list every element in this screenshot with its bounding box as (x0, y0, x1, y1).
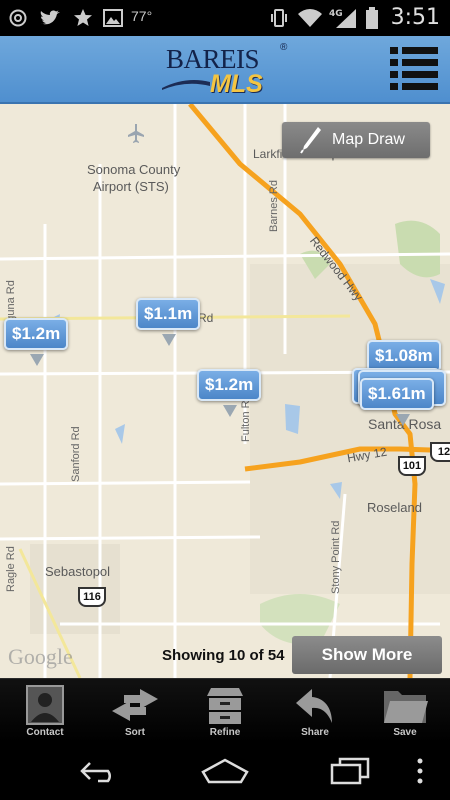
price-pin-label: $1.2m (4, 318, 69, 350)
star-icon (72, 7, 94, 29)
map-label-rd-fragment: Rd (198, 311, 214, 325)
sort-label: Sort (125, 727, 145, 738)
map-label-sanford-rd: Sanford Rd (70, 426, 82, 482)
price-pin[interactable]: $1.2m (4, 318, 69, 366)
price-pin-pointer (162, 334, 176, 346)
map-label-ragle-rd: Ragle Rd (5, 546, 17, 592)
vibrate-icon (268, 7, 290, 29)
contact-icon (0, 683, 90, 727)
contact-button[interactable]: Contact (0, 679, 90, 743)
highway-101-shield: 101 (398, 456, 426, 476)
save-label: Save (393, 727, 417, 738)
map-label-roseland: Roseland (367, 500, 422, 515)
logo-sub: MLS (210, 70, 263, 98)
overflow-dots-icon (417, 758, 423, 784)
back-arrow-icon (80, 762, 111, 783)
price-pin[interactable]: $1.2m (197, 369, 262, 417)
recent-apps-icon (330, 757, 370, 785)
logo-swoosh-icon (162, 80, 210, 90)
price-pin-pointer (223, 405, 237, 417)
list-menu-icon (390, 47, 438, 90)
app-header: BAREIS ® MLS (0, 36, 450, 104)
show-more-button[interactable]: Show More (292, 636, 442, 674)
system-nav-bar (0, 742, 450, 800)
map-draw-button[interactable]: Map Draw (282, 122, 430, 158)
svg-text:4G: 4G (329, 9, 343, 19)
price-pin-label: $1.1m (136, 298, 201, 330)
showing-count-text: Showing 10 of 54 (162, 647, 285, 664)
folder-icon (360, 683, 450, 727)
temperature-text: 77° (131, 8, 153, 24)
home-icon (201, 758, 249, 784)
overflow-menu-button[interactable] (395, 754, 445, 788)
home-button[interactable] (185, 754, 265, 788)
map-label-barnes-rd: Barnes Rd (268, 180, 280, 232)
contact-label: Contact (26, 727, 64, 738)
list-menu-button[interactable] (388, 44, 440, 94)
sort-arrows-icon (90, 683, 180, 727)
pen-icon (300, 127, 321, 154)
logo-registered-mark: ® (280, 42, 288, 53)
bareis-mls-logo: BAREIS ® MLS (160, 42, 290, 100)
filing-cabinet-icon (180, 683, 270, 727)
twitter-bird-icon (38, 7, 62, 29)
map-label-stony-point-rd: Stony Point Rd (330, 520, 342, 594)
map-label-sebastopol: Sebastopol (45, 564, 111, 579)
price-pin[interactable]: $1.1m (136, 298, 201, 346)
price-pin-label: $1.61m (360, 378, 434, 410)
share-button[interactable]: Share (270, 679, 360, 743)
share-arrow-icon (270, 683, 360, 727)
wifi-icon (296, 7, 324, 29)
highway-12-shield: 12 (430, 442, 450, 462)
clock: 3:51 (390, 5, 440, 30)
image-icon (102, 7, 124, 29)
save-button[interactable]: Save (360, 679, 450, 743)
price-pin[interactable]: $1.61m (360, 378, 434, 426)
map-draw-label: Map Draw (332, 131, 405, 148)
price-pin-pointer (396, 414, 410, 426)
refine-label: Refine (209, 727, 241, 738)
sort-button[interactable]: Sort (90, 679, 180, 743)
map-label-airport-code: Airport (STS) (93, 179, 169, 194)
bottom-toolbar: Contact Sort Refine Share Save (0, 678, 450, 742)
map-view[interactable]: Sonoma County Airport (STS) Larkfield-Wi… (0, 104, 450, 678)
map-label-fulton-rd: Fulton Rd (240, 394, 252, 442)
signal-4g-icon: 4G (328, 7, 358, 29)
refine-button[interactable]: Refine (180, 679, 270, 743)
back-button[interactable] (60, 754, 140, 788)
map-label-airport: Sonoma County (87, 162, 181, 177)
price-pin-label: $1.2m (197, 369, 262, 401)
highway-116-shield: 116 (78, 587, 106, 607)
status-bar: 77° 4G 3:51 (0, 0, 450, 36)
at-sign-icon (8, 7, 28, 29)
results-bar: Showing 10 of 54 Show More (0, 632, 450, 678)
battery-icon (365, 7, 379, 29)
share-label: Share (301, 727, 329, 738)
recent-apps-button[interactable] (310, 754, 390, 788)
price-pin-pointer (30, 354, 44, 366)
